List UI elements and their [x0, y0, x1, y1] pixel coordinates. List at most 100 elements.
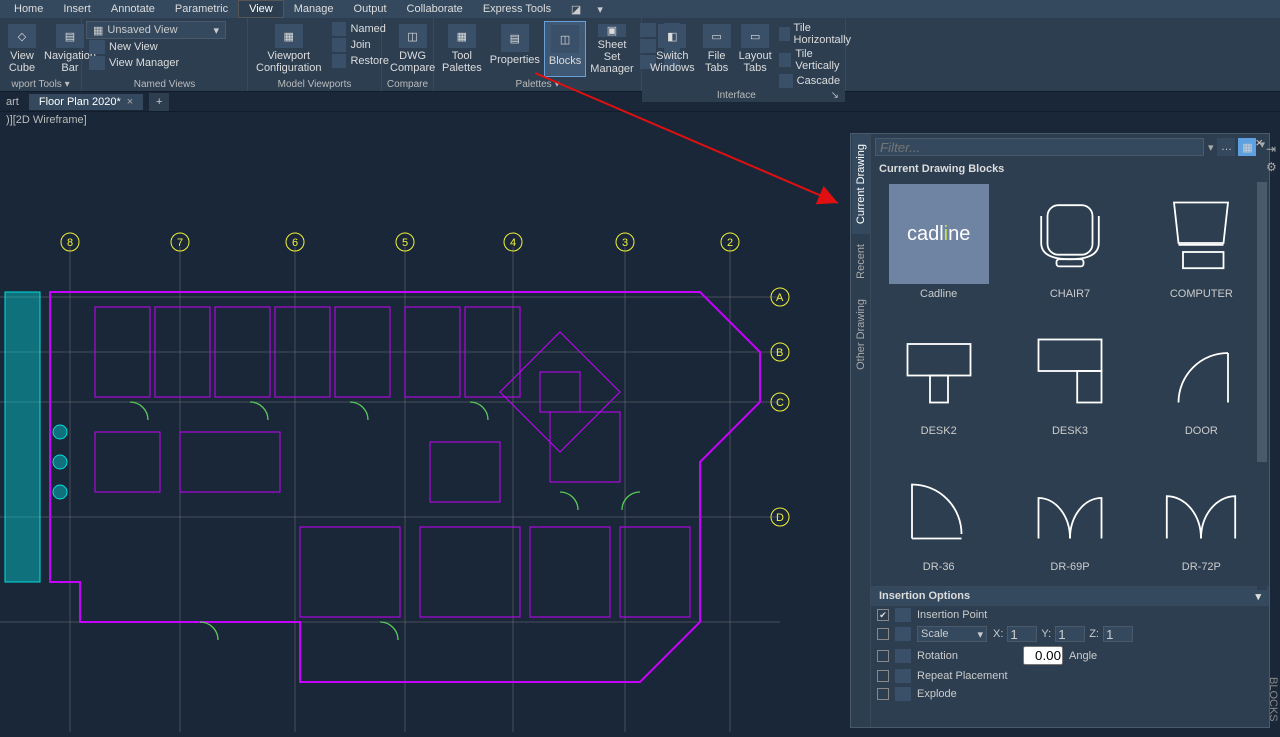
panel-viewport-tools: ◇ View Cube ▤ Navigation Bar wport Tools… [0, 18, 82, 91]
block-desk3[interactable]: DESK3 [1010, 321, 1129, 444]
view-manager-button[interactable]: View Manager [86, 55, 243, 71]
scale-icon [895, 627, 911, 641]
filter-dropdown-icon[interactable]: ▾ [1208, 141, 1214, 154]
blocks-button[interactable]: ◫ Blocks [544, 21, 586, 77]
rotation-input[interactable] [1023, 646, 1063, 665]
menu-home[interactable]: Home [4, 1, 53, 17]
star-icon [89, 40, 105, 54]
opt-repeat[interactable]: Repeat Placement [871, 667, 1269, 685]
insertion-header[interactable]: Insertion Options▾ [871, 586, 1269, 606]
palette-body: ▾ … ▦ ▾ Current Drawing Blocks cadline C… [871, 134, 1269, 727]
palette-gear-icon[interactable]: ⚙ [1266, 160, 1280, 174]
viewport-config-button[interactable]: ▦ Viewport Configuration [252, 21, 325, 77]
panel-title-model-vp: Model Viewports [248, 78, 381, 91]
block-cadline[interactable]: cadline Cadline [879, 184, 998, 307]
menu-collaborate[interactable]: Collaborate [397, 1, 473, 17]
tab-strip: art Floor Plan 2020* × + [0, 92, 1280, 112]
menu-output[interactable]: Output [344, 1, 397, 17]
menu-express-tools[interactable]: Express Tools [473, 1, 561, 17]
block-door[interactable]: DOOR [1142, 321, 1261, 444]
blocks-icon: ◫ [551, 25, 579, 53]
start-trunc: art [0, 96, 25, 108]
block-chair7[interactable]: CHAIR7 [1010, 184, 1129, 307]
vtab-current-drawing[interactable]: Current Drawing [852, 134, 870, 234]
block-grid: cadline Cadline CHAIR7 COMPUTER DESK2 DE [871, 178, 1269, 586]
menu-parametric[interactable]: Parametric [165, 1, 238, 17]
chk-explode[interactable] [877, 688, 889, 700]
panel-title-palettes[interactable]: Palettes ▾ [434, 78, 641, 91]
menu-apps-icon[interactable]: ◪ [567, 1, 585, 17]
filter-input[interactable] [875, 138, 1204, 156]
svg-text:C: C [776, 397, 784, 409]
ribbon: ◇ View Cube ▤ Navigation Bar wport Tools… [0, 18, 1280, 92]
cascade-icon [779, 74, 793, 88]
restore-icon [332, 54, 346, 68]
menu-dropdown-icon[interactable]: ▾ [591, 1, 609, 17]
switch-windows-button[interactable]: ◧ Switch Windows [646, 21, 699, 77]
chk-scale[interactable] [877, 628, 889, 640]
svg-text:8: 8 [67, 237, 73, 249]
menu-manage[interactable]: Manage [284, 1, 344, 17]
view-thumbnails-icon[interactable]: ▦ [1238, 138, 1256, 156]
block-dr36[interactable]: DR-36 [879, 457, 998, 580]
menu-insert[interactable]: Insert [53, 1, 101, 17]
tilev-icon [779, 53, 792, 67]
tile-v-button[interactable]: Tile Vertically [776, 47, 857, 73]
new-tab-button[interactable]: + [149, 93, 169, 111]
menu-bar: Home Insert Annotate Parametric View Man… [0, 0, 1280, 18]
vtab-recent[interactable]: Recent [852, 234, 870, 289]
chk-rotation[interactable] [877, 650, 889, 662]
block-dr72p[interactable]: DR-72P [1142, 457, 1261, 580]
panel-model-viewports: ▦ Viewport Configuration Named Join Rest… [248, 18, 382, 91]
sheetset-button[interactable]: ▣ Sheet Set Manager [586, 21, 637, 77]
dwg-compare-button[interactable]: ◫ DWG Compare [386, 21, 439, 77]
document-tab[interactable]: Floor Plan 2020* × [29, 94, 143, 110]
properties-button[interactable]: ▤ Properties [486, 21, 544, 77]
block-computer[interactable]: COMPUTER [1142, 184, 1261, 307]
close-icon[interactable]: × [127, 96, 133, 108]
opt-insertion-point[interactable]: Insertion Point [871, 606, 1269, 624]
file-tabs-button[interactable]: ▭ File Tabs [699, 21, 735, 77]
tile-h-button[interactable]: Tile Horizontally [776, 21, 857, 47]
tool-palettes-button[interactable]: ▦ Tool Palettes [438, 21, 486, 77]
properties-icon: ▤ [501, 24, 529, 52]
scale-y-input[interactable] [1055, 626, 1085, 642]
new-view-button[interactable]: New View [86, 39, 243, 55]
scale-z-input[interactable] [1103, 626, 1133, 642]
views-icon [89, 56, 105, 70]
browse-icon[interactable]: … [1217, 138, 1235, 156]
layout-tabs-button[interactable]: ▭ Layout Tabs [735, 21, 776, 77]
menu-view[interactable]: View [238, 0, 284, 18]
unsaved-view-dropdown[interactable]: ▦ Unsaved View ▾ [86, 21, 226, 39]
opt-explode[interactable]: Explode [871, 685, 1269, 703]
compare-icon: ◫ [399, 24, 427, 48]
config-icon: ▦ [275, 24, 303, 48]
doc-title: Floor Plan 2020* [39, 96, 121, 108]
view-dropdown-icon[interactable]: ▾ [1259, 138, 1265, 156]
palette-pin-icon[interactable]: ⇥ [1266, 142, 1280, 156]
insertion-point-icon [895, 608, 911, 622]
view-cube-button[interactable]: ◇ View Cube [4, 21, 40, 77]
opt-rotation[interactable]: Rotation Angle [871, 644, 1269, 667]
block-desk2[interactable]: DESK2 [879, 321, 998, 444]
svg-text:5: 5 [402, 237, 408, 249]
svg-text:6: 6 [292, 237, 298, 249]
layouttabs-icon: ▭ [741, 24, 769, 48]
named-icon [332, 22, 346, 36]
scale-x-input[interactable] [1007, 626, 1037, 642]
panel-title-viewport[interactable]: wport Tools ▾ [0, 78, 81, 91]
opt-scale[interactable]: Scale▾ X: Y: Z: [871, 624, 1269, 644]
vtab-other-drawing[interactable]: Other Drawing [852, 289, 870, 380]
rotation-icon [895, 649, 911, 663]
scale-dropdown[interactable]: Scale▾ [917, 626, 987, 642]
repeat-icon [895, 669, 911, 683]
palettes-icon: ▦ [448, 24, 476, 48]
cascade-button[interactable]: Cascade [776, 73, 857, 89]
chk-repeat[interactable] [877, 670, 889, 682]
chk-insertion-point[interactable] [877, 609, 889, 621]
blocks-palette: × Current Drawing Recent Other Drawing ▾… [850, 133, 1270, 728]
canvas[interactable]: 8 7 6 5 4 3 2 A B C D [0, 112, 850, 737]
menu-annotate[interactable]: Annotate [101, 1, 165, 17]
block-dr69p[interactable]: DR-69P [1010, 457, 1129, 580]
panel-title-interface: Interface↘ [642, 89, 845, 102]
